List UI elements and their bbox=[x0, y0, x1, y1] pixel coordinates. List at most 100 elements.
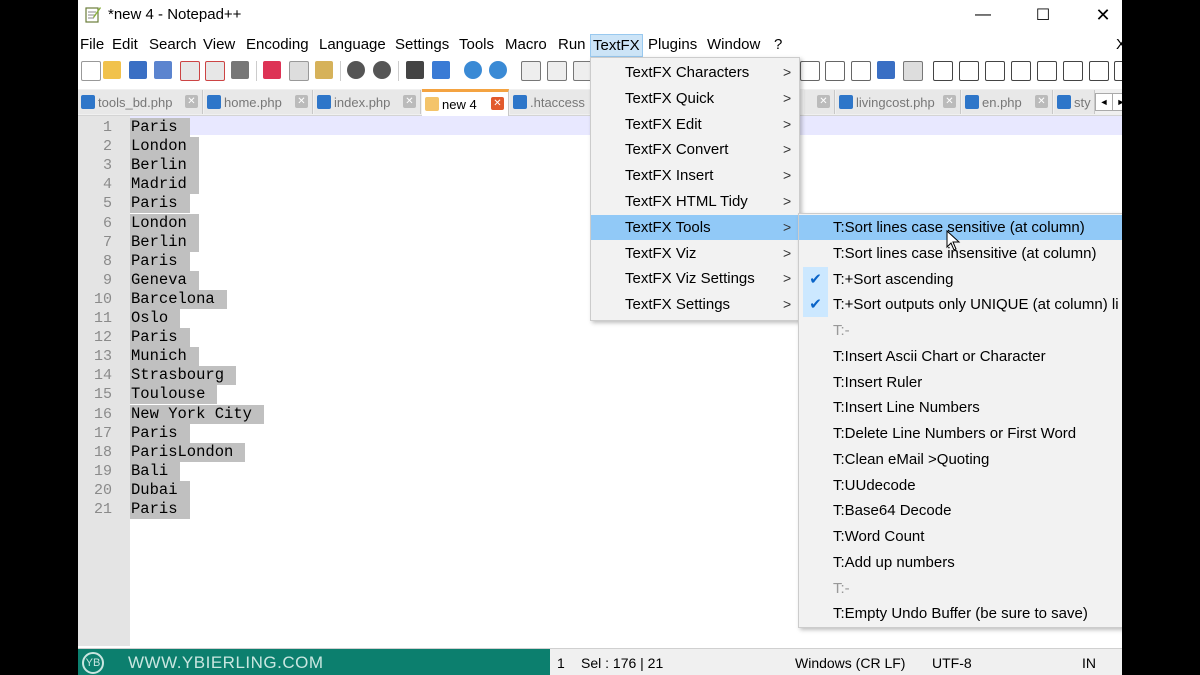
tab-close-icon[interactable]: ✕ bbox=[943, 95, 956, 108]
copy-icon[interactable] bbox=[289, 61, 309, 81]
tools-menu-item[interactable]: ✔ T:+Sort ascending bbox=[799, 266, 1122, 292]
sync-horizontal-icon[interactable] bbox=[547, 61, 567, 81]
minimize-button[interactable]: — bbox=[954, 0, 1012, 30]
toolbar-icon-g[interactable] bbox=[1089, 61, 1109, 81]
menu-encoding[interactable]: Encoding bbox=[244, 34, 311, 56]
textfx-menu-item[interactable]: TextFX Settings > bbox=[591, 292, 799, 317]
code-line[interactable]: Munich bbox=[130, 347, 199, 367]
tab-close-icon[interactable]: ✕ bbox=[403, 95, 416, 108]
tab-close-icon[interactable]: ✕ bbox=[185, 95, 198, 108]
tools-menu-item[interactable]: T:Delete Line Numbers or First Word bbox=[799, 421, 1122, 446]
tab-hidden[interactable]: ✕ bbox=[804, 90, 835, 114]
menu-window[interactable]: Window bbox=[705, 34, 762, 56]
code-line[interactable]: Dubai bbox=[130, 480, 190, 500]
tab-sty[interactable]: sty bbox=[1054, 90, 1095, 114]
record-macro-icon[interactable] bbox=[800, 61, 820, 81]
menu-language[interactable]: Language bbox=[317, 34, 388, 56]
tab-close-icon[interactable]: ✕ bbox=[817, 95, 830, 108]
tools-menu-item[interactable]: T:Clean eMail >Quoting bbox=[799, 447, 1122, 472]
close-all-icon[interactable] bbox=[205, 61, 225, 81]
tools-menu-item[interactable]: T:Word Count bbox=[799, 524, 1122, 549]
code-line[interactable]: Berlin bbox=[130, 232, 199, 252]
sync-vertical-icon[interactable] bbox=[521, 61, 541, 81]
redo-icon[interactable] bbox=[373, 61, 391, 79]
toolbar-icon-d[interactable] bbox=[1011, 61, 1031, 81]
stop-macro-icon[interactable] bbox=[825, 61, 845, 81]
save-icon[interactable] bbox=[129, 61, 147, 79]
toolbar-icon-a[interactable] bbox=[933, 61, 953, 81]
code-line[interactable]: Barcelona bbox=[130, 289, 227, 309]
toolbar-icon-h[interactable] bbox=[1114, 61, 1122, 81]
tools-menu-item[interactable]: T:Insert Line Numbers bbox=[799, 395, 1122, 420]
tab-scroll-right-button[interactable]: ► bbox=[1112, 93, 1122, 111]
code-line[interactable]: Oslo bbox=[130, 309, 181, 328]
close-document-button[interactable]: X bbox=[1114, 34, 1122, 56]
code-line[interactable]: Paris bbox=[130, 118, 190, 137]
tab-scroll-left-button[interactable]: ◄ bbox=[1095, 93, 1113, 111]
code-line[interactable]: Paris bbox=[130, 251, 190, 271]
code-line[interactable]: London bbox=[130, 213, 199, 233]
zoom-in-icon[interactable] bbox=[464, 61, 482, 79]
code-line[interactable]: Paris bbox=[130, 500, 190, 519]
code-line[interactable]: Paris bbox=[130, 328, 190, 348]
menu-macro[interactable]: Macro bbox=[503, 34, 549, 56]
textfx-menu-item[interactable]: TextFX Characters > bbox=[591, 60, 799, 85]
code-line[interactable]: ParisLondon bbox=[130, 442, 246, 462]
code-line[interactable]: Strasbourg bbox=[130, 366, 237, 386]
textfx-menu-item[interactable]: TextFX Convert > bbox=[591, 137, 799, 162]
code-line[interactable]: Toulouse bbox=[130, 385, 218, 405]
toolbar-icon-e[interactable] bbox=[1037, 61, 1057, 81]
code-line[interactable]: Paris bbox=[130, 423, 190, 443]
maximize-button[interactable]: ☐ bbox=[1014, 0, 1072, 30]
tools-menu-item[interactable]: T:Empty Undo Buffer (be sure to save) bbox=[799, 601, 1122, 626]
menu-search[interactable]: Search bbox=[147, 34, 199, 56]
tab-htaccess[interactable]: .htaccess bbox=[510, 90, 595, 114]
tab-close-icon[interactable]: ✕ bbox=[295, 95, 308, 108]
menu-plugins[interactable]: Plugins bbox=[646, 34, 699, 56]
tools-menu-item[interactable]: T:Base64 Decode bbox=[799, 498, 1122, 523]
menu-help[interactable]: ? bbox=[772, 34, 784, 56]
code-line[interactable]: Paris bbox=[130, 194, 190, 214]
undo-icon[interactable] bbox=[347, 61, 365, 79]
menu-run[interactable]: Run bbox=[556, 34, 588, 56]
tab-index[interactable]: index.php ✕ bbox=[314, 90, 421, 114]
code-line[interactable]: New York City bbox=[130, 404, 264, 424]
tools-menu-item[interactable]: T:Insert Ruler bbox=[799, 370, 1122, 395]
play-macro-icon[interactable] bbox=[851, 61, 871, 81]
tab-close-icon[interactable]: ✕ bbox=[491, 97, 504, 110]
code-line[interactable]: London bbox=[130, 137, 199, 157]
code-line[interactable]: Madrid bbox=[130, 175, 199, 195]
cut-icon[interactable] bbox=[263, 61, 281, 79]
code-line[interactable]: Berlin bbox=[130, 156, 199, 176]
save-macro-icon[interactable] bbox=[903, 61, 923, 81]
menu-tools[interactable]: Tools bbox=[457, 34, 496, 56]
new-file-icon[interactable] bbox=[81, 61, 101, 81]
textfx-menu-item[interactable]: TextFX HTML Tidy > bbox=[591, 189, 799, 214]
replace-icon[interactable] bbox=[432, 61, 450, 79]
textfx-menu-item[interactable]: TextFX Viz Settings > bbox=[591, 266, 799, 291]
print-icon[interactable] bbox=[231, 61, 249, 79]
tools-menu-item[interactable]: T:UUdecode bbox=[799, 473, 1122, 498]
run-macro-multiple-icon[interactable] bbox=[877, 61, 895, 79]
code-line[interactable]: Geneva bbox=[130, 270, 199, 290]
tools-menu-item[interactable]: T:Add up numbers bbox=[799, 550, 1122, 575]
menu-edit[interactable]: Edit bbox=[110, 34, 140, 56]
textfx-menu-item[interactable]: TextFX Insert > bbox=[591, 163, 799, 188]
textfx-menu-item[interactable]: TextFX Tools > bbox=[591, 214, 799, 240]
menu-textfx[interactable]: TextFX bbox=[590, 34, 643, 57]
toolbar-icon-c[interactable] bbox=[985, 61, 1005, 81]
tab-en[interactable]: en.php ✕ bbox=[962, 90, 1053, 114]
code-line[interactable]: Bali bbox=[130, 461, 181, 481]
textfx-menu-item[interactable]: TextFX Quick > bbox=[591, 86, 799, 111]
tab-new-4[interactable]: new 4 ✕ bbox=[422, 89, 509, 116]
open-file-icon[interactable] bbox=[103, 61, 121, 79]
menu-file[interactable]: File bbox=[78, 34, 106, 56]
close-file-icon[interactable] bbox=[180, 61, 200, 81]
zoom-out-icon[interactable] bbox=[489, 61, 507, 79]
tab-home[interactable]: home.php ✕ bbox=[204, 90, 313, 114]
paste-icon[interactable] bbox=[315, 61, 333, 79]
menu-settings[interactable]: Settings bbox=[393, 34, 451, 56]
toolbar-icon-f[interactable] bbox=[1063, 61, 1083, 81]
tools-menu-item[interactable]: T:Insert Ascii Chart or Character bbox=[799, 344, 1122, 369]
tools-menu-item[interactable]: ✔ T:+Sort outputs only UNIQUE (at column)… bbox=[799, 292, 1122, 318]
